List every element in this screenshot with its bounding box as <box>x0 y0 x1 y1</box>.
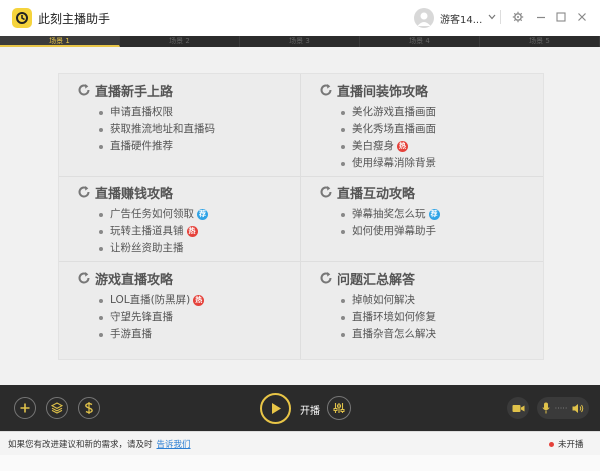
feedback-link[interactable]: 告诉我们 <box>157 440 191 450</box>
refresh-arrow-icon <box>319 83 333 97</box>
guide-link[interactable]: 美白瘦身热 <box>341 138 561 155</box>
section-faq: 问题汇总解答 掉帧如何解决 直播环境如何修复 直播杂音怎么解决 <box>319 268 561 343</box>
user-menu[interactable]: 游客14... <box>414 7 496 29</box>
section-header[interactable]: 直播间装饰攻略 <box>319 80 561 100</box>
guide-link[interactable]: 申请直播权限 <box>99 104 319 121</box>
tab-scene-3[interactable]: 场景 3 <box>240 36 360 47</box>
guide-link[interactable]: 弹幕抽奖怎么玩荐 <box>341 206 561 223</box>
section-header[interactable]: 直播新手上路 <box>77 80 319 100</box>
hot-badge: 热 <box>186 226 198 237</box>
feedback-message: 如果您有改进建议和新的需求，请及时 告诉我们 <box>8 440 191 450</box>
guide-link[interactable]: 使用绿幕消除背景 <box>341 155 561 172</box>
refresh-arrow-icon <box>77 185 91 199</box>
window-bottom <box>0 455 600 471</box>
play-icon <box>271 403 281 414</box>
dollar-icon <box>85 402 93 414</box>
guide-link[interactable]: 手游直播 <box>99 326 319 343</box>
hot-badge: 热 <box>193 295 205 306</box>
guide-link[interactable]: 美化秀场直播画面 <box>341 121 561 138</box>
section-decoration: 直播间装饰攻略 美化游戏直播画面 美化秀场直播画面 美白瘦身热 使用绿幕消除背景 <box>319 80 561 172</box>
guide-panel: 直播新手上路 申请直播权限 获取推流地址和直播码 直播硬件推荐 直播间装饰攻略 … <box>58 73 544 360</box>
guide-link[interactable]: LOL直播(防黑屏) 热 <box>99 292 319 309</box>
guide-link[interactable]: 直播环境如何修复 <box>341 309 561 326</box>
link-list: 美化游戏直播画面 美化秀场直播画面 美白瘦身热 使用绿幕消除背景 <box>341 104 561 172</box>
microphone-icon[interactable] <box>542 402 550 414</box>
app-title: 此刻主播助手 <box>38 12 111 26</box>
layers-icon <box>51 402 63 414</box>
section-newbie: 直播新手上路 申请直播权限 获取推流地址和直播码 直播硬件推荐 <box>77 80 319 155</box>
minimize-icon[interactable] <box>533 9 549 25</box>
recommend-badge: 荐 <box>197 209 208 220</box>
link-list: 弹幕抽奖怎么玩荐 如何使用弹幕助手 <box>341 206 561 240</box>
section-title: 游戏直播攻略 <box>95 272 174 288</box>
section-title: 直播互动攻略 <box>337 186 416 202</box>
volume-dots: ····· <box>554 403 568 413</box>
section-title: 直播新手上路 <box>95 84 174 100</box>
section-game-live: 游戏直播攻略 LOL直播(防黑屏) 热 守望先锋直播 手游直播 <box>77 268 319 343</box>
guide-link[interactable]: 玩转主播道具铺热 <box>99 223 319 240</box>
section-earning: 直播赚钱攻略 广告任务如何领取荐 玩转主播道具铺热 让粉丝资助主播 <box>77 182 319 257</box>
section-header[interactable]: 问题汇总解答 <box>319 268 561 288</box>
link-list: 掉帧如何解决 直播环境如何修复 直播杂音怎么解决 <box>341 292 561 343</box>
username: 游客14... <box>440 14 483 26</box>
refresh-arrow-icon <box>77 271 91 285</box>
layers-button[interactable] <box>46 397 68 419</box>
section-title: 直播间装饰攻略 <box>337 84 429 100</box>
maximize-icon[interactable] <box>553 9 569 25</box>
start-live-label[interactable]: 开播 <box>300 402 320 417</box>
speaker-icon[interactable] <box>572 403 584 414</box>
close-icon[interactable] <box>574 9 590 25</box>
mixer-icon <box>333 403 345 413</box>
refresh-arrow-icon <box>319 271 333 285</box>
link-list: 广告任务如何领取荐 玩转主播道具铺热 让粉丝资助主播 <box>99 206 319 257</box>
guide-link[interactable]: 广告任务如何领取荐 <box>99 206 319 223</box>
chevron-down-icon <box>488 13 496 23</box>
divider <box>500 10 501 24</box>
refresh-arrow-icon <box>77 83 91 97</box>
app-logo-icon <box>12 8 32 28</box>
divider <box>59 261 543 262</box>
audio-controls: ····· <box>537 397 589 419</box>
bottom-toolbar: 开播 ····· <box>0 385 600 431</box>
section-title: 直播赚钱攻略 <box>95 186 174 202</box>
guide-link[interactable]: 掉帧如何解决 <box>341 292 561 309</box>
add-source-button[interactable] <box>14 397 36 419</box>
guide-link[interactable]: 如何使用弹幕助手 <box>341 223 561 240</box>
add-icon <box>20 403 30 413</box>
status-bar: 如果您有改进建议和新的需求，请及时 告诉我们 未开播 <box>0 431 600 455</box>
camera-button[interactable] <box>507 397 529 419</box>
recommend-badge: 荐 <box>428 209 440 220</box>
guide-link[interactable]: 让粉丝资助主播 <box>99 240 319 257</box>
avatar-icon <box>414 8 434 28</box>
title-bar: 此刻主播助手 游客14... <box>0 0 600 36</box>
section-header[interactable]: 游戏直播攻略 <box>77 268 319 288</box>
guide-link[interactable]: 守望先锋直播 <box>99 309 319 326</box>
live-status: 未开播 <box>558 440 584 450</box>
mixer-button[interactable] <box>327 396 351 420</box>
start-live-button[interactable] <box>260 393 291 424</box>
refresh-arrow-icon <box>319 185 333 199</box>
section-header[interactable]: 直播互动攻略 <box>319 182 561 202</box>
scene-tabs: 场景 1 场景 2 场景 3 场景 4 场景 5 <box>0 36 600 47</box>
tab-scene-1[interactable]: 场景 1 <box>0 36 120 47</box>
tab-scene-2[interactable]: 场景 2 <box>120 36 240 47</box>
hot-badge: 热 <box>397 141 408 152</box>
tab-scene-5[interactable]: 场景 5 <box>480 36 600 47</box>
earnings-button[interactable] <box>78 397 100 419</box>
section-header[interactable]: 直播赚钱攻略 <box>77 182 319 202</box>
guide-link[interactable]: 直播硬件推荐 <box>99 138 319 155</box>
camera-icon <box>512 404 524 412</box>
gear-icon[interactable] <box>510 9 526 25</box>
tab-scene-4[interactable]: 场景 4 <box>360 36 480 47</box>
section-title: 问题汇总解答 <box>337 272 416 288</box>
link-list: 申请直播权限 获取推流地址和直播码 直播硬件推荐 <box>99 104 319 155</box>
guide-link[interactable]: 获取推流地址和直播码 <box>99 121 319 138</box>
divider <box>59 176 543 177</box>
section-interaction: 直播互动攻略 弹幕抽奖怎么玩荐 如何使用弹幕助手 <box>319 182 561 240</box>
guide-link[interactable]: 直播杂音怎么解决 <box>341 326 561 343</box>
link-list: LOL直播(防黑屏) 热 守望先锋直播 手游直播 <box>99 292 319 343</box>
guide-link[interactable]: 美化游戏直播画面 <box>341 104 561 121</box>
live-status-dot <box>549 442 554 447</box>
